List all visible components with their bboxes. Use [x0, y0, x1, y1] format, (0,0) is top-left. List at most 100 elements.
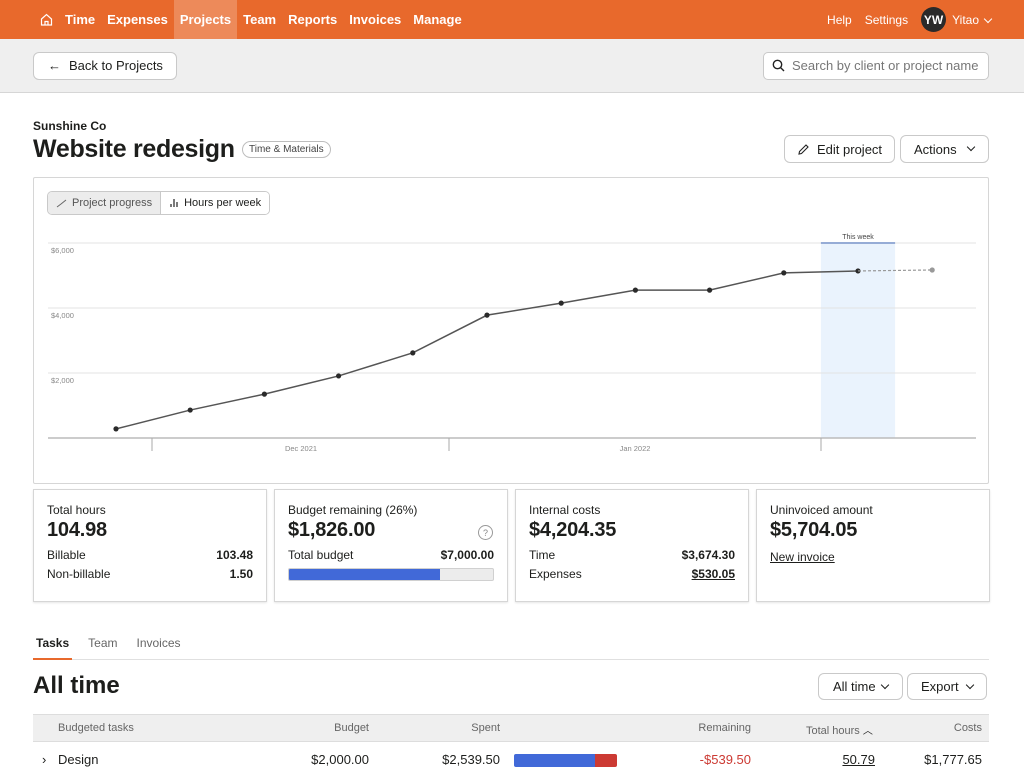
pencil-icon [798, 143, 809, 155]
spent-over-budget-fill [595, 754, 617, 767]
nav-reports[interactable]: Reports [282, 0, 343, 39]
help-icon[interactable]: ? [478, 525, 493, 540]
budget-remaining-value: $1,826.00 [288, 519, 376, 541]
settings-link[interactable]: Settings [865, 13, 908, 27]
budget-progress-bar [288, 568, 494, 581]
data-point [261, 391, 267, 397]
uninvoiced-value: $5,704.05 [770, 519, 858, 541]
col-remaining[interactable]: Remaining [698, 722, 751, 734]
time-cost-label: Time [529, 548, 556, 562]
toggle-project-progress[interactable]: Project progress [48, 192, 162, 214]
budget-progress-fill [289, 569, 440, 580]
total-hours-value: 104.98 [47, 519, 107, 541]
nav-time[interactable]: Time [59, 0, 101, 39]
home-icon[interactable] [35, 0, 57, 39]
new-invoice-link[interactable]: New invoice [770, 550, 835, 564]
data-point [187, 407, 193, 413]
x-tick-label: Dec 2021 [285, 444, 317, 453]
progress-line [115, 270, 859, 430]
time-cost-value: $3,674.30 [681, 548, 735, 562]
nav-team[interactable]: Team [237, 0, 282, 39]
internal-costs-value: $4,204.35 [529, 519, 617, 541]
task-spent: $2,539.50 [442, 752, 500, 767]
expenses-link[interactable]: $530.05 [692, 567, 735, 581]
task-remaining: -$539.50 [699, 752, 751, 767]
tab-invoices[interactable]: Invoices [133, 631, 183, 660]
expand-chevron-icon[interactable]: › [42, 752, 46, 767]
col-budget[interactable]: Budget [334, 722, 369, 734]
tab-tasks[interactable]: Tasks [33, 631, 73, 660]
summary-cards: Total hours 104.98 Billable 103.48 Non-bi… [33, 489, 990, 602]
nav-projects[interactable]: Projects [173, 0, 238, 39]
col-budgeted-tasks[interactable]: Budgeted tasks [58, 722, 134, 734]
time-range-dropdown[interactable]: All time [818, 673, 903, 700]
actions-label: Actions [914, 141, 957, 157]
chevron-down-icon [966, 142, 975, 152]
y-tick-label: $6,000 [51, 246, 74, 255]
user-name: Yitao [952, 12, 979, 27]
help-link[interactable]: Help [827, 13, 852, 27]
sub-toolbar: ← Back to Projects Search by client or p… [0, 39, 1024, 93]
back-label: Back to Projects [69, 58, 163, 73]
search-input[interactable]: Search by client or project name [763, 51, 989, 80]
card-label: Budget remaining (26%) [288, 503, 418, 517]
this-week-label: This week [842, 234, 874, 241]
chart-view-toggle: Project progress Hours per week [47, 191, 271, 215]
task-hours-link[interactable]: 50.79 [842, 752, 875, 767]
edit-project-button[interactable]: Edit project [784, 135, 896, 163]
nav-expenses[interactable]: Expenses [101, 0, 174, 39]
data-point [336, 373, 342, 379]
card-label: Uninvoiced amount [770, 503, 873, 517]
edit-project-label: Edit project [817, 141, 883, 157]
nonbillable-value: 1.50 [229, 567, 253, 581]
toggle-hours-label: Hours per week [184, 197, 262, 209]
chevron-down-icon [965, 680, 974, 689]
chevron-down-icon [983, 14, 993, 23]
y-tick-label: $2,000 [51, 376, 74, 385]
expenses-label: Expenses [529, 567, 582, 581]
back-to-projects-button[interactable]: ← Back to Projects [33, 51, 177, 80]
project-type-badge: Time & Materials [242, 141, 331, 158]
total-hours-card: Total hours 104.98 Billable 103.48 Non-bi… [33, 489, 267, 602]
data-point [632, 287, 639, 293]
nonbillable-label: Non-billable [47, 567, 111, 581]
expenses-row: Expenses $530.05 [529, 567, 735, 581]
data-point [410, 350, 416, 356]
chart-card: This week $2,000 $4,000 $6,000 Dec 2021 Jan 2… [33, 177, 989, 484]
task-name: Design [58, 752, 99, 767]
search-icon [772, 59, 785, 72]
billable-row: Billable 103.48 [47, 548, 253, 562]
col-costs[interactable]: Costs [954, 722, 982, 734]
billable-value: 103.48 [216, 548, 253, 562]
data-point [484, 312, 490, 318]
total-budget-value: $7,000.00 [440, 548, 494, 562]
nonbillable-row: Non-billable 1.50 [47, 567, 253, 581]
tab-team[interactable]: Team [85, 631, 120, 660]
nav-manage[interactable]: Manage [407, 0, 467, 39]
export-dropdown[interactable]: Export [907, 673, 987, 700]
task-costs: $1,777.65 [924, 752, 982, 767]
avatar[interactable]: YW [921, 7, 947, 32]
time-range-label: All time [833, 679, 876, 694]
data-point [113, 426, 119, 432]
sort-up-icon: ︿ [862, 726, 873, 737]
table-header: Budgeted tasks Budget Spent Remaining To… [33, 714, 989, 742]
section-title: All time [33, 672, 120, 699]
total-budget-label: Total budget [288, 548, 354, 562]
page-title: Website redesign [33, 135, 235, 163]
toggle-progress-label: Project progress [72, 197, 153, 209]
toggle-hours-per-week[interactable]: Hours per week [161, 192, 270, 214]
data-point [558, 300, 564, 306]
total-budget-row: Total budget $7,000.00 [288, 548, 494, 562]
chevron-down-icon [880, 680, 889, 689]
line-chart-icon [56, 199, 67, 207]
nav-invoices[interactable]: Invoices [343, 0, 407, 39]
search-placeholder: Search by client or project name [792, 58, 979, 73]
card-label: Internal costs [529, 503, 601, 517]
user-menu[interactable]: Yitao [952, 12, 993, 27]
actions-dropdown[interactable]: Actions [900, 135, 989, 163]
col-total-hours[interactable]: Total hours ︿ [806, 722, 873, 737]
uninvoiced-card: Uninvoiced amount $5,704.05 New invoice [756, 489, 990, 602]
table-row[interactable]: › Design $2,000.00 $2,539.50 -$539.50 50… [33, 743, 989, 773]
col-spent[interactable]: Spent [471, 722, 500, 734]
